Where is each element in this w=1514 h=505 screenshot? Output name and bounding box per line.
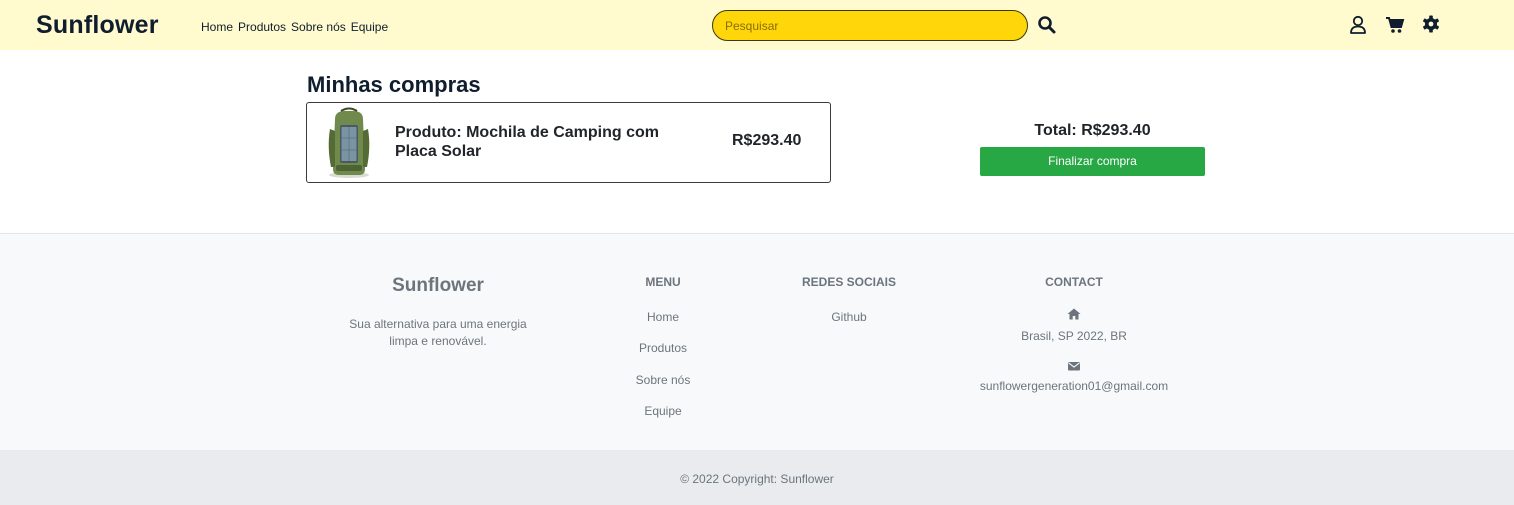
gear-icon[interactable] [1422,15,1440,33]
nav-link-home[interactable]: Home [201,20,233,34]
nav-links: Home Produtos Sobre nós Equipe [201,20,393,34]
checkout-button[interactable]: Finalizar compra [980,147,1205,176]
product-price: R$293.40 [732,132,802,149]
footer-link-github[interactable]: Github [789,310,909,324]
nav-link-sobre-nos[interactable]: Sobre nós [291,20,346,34]
nav-link-equipe[interactable]: Equipe [351,20,388,34]
footer-contact-title: CONTACT [1045,275,1103,289]
order-total: Total: R$293.40 [1034,122,1151,139]
footer-menu-title: MENU [645,275,681,289]
product-name: Produto: Mochila de Camping com Placa So… [395,124,660,160]
search-input[interactable] [713,11,1027,40]
page-title: Minhas compras [307,72,481,97]
cart-item: Produto: Mochila de Camping com Placa So… [306,102,831,183]
home-icon [1067,308,1081,320]
cart-icon[interactable] [1385,16,1405,34]
search-box [712,10,1028,41]
footer-email[interactable]: sunflowergeneration01@gmail.com [944,379,1204,393]
footer-link-sobre-nos[interactable]: Sobre nós [613,373,713,387]
footer-social-title: REDES SOCIAIS [801,275,897,289]
footer-link-home[interactable]: Home [613,310,713,324]
product-image [328,107,370,178]
copyright-text: © 2022 Copyright: Sunflower [680,472,834,486]
envelope-icon [1068,362,1080,371]
footer-address: Brasil, SP 2022, BR [1021,329,1127,343]
navbar-brand[interactable]: Sunflower [36,11,159,40]
footer-description: Sua alternativa para uma energia limpa e… [349,317,527,348]
footer-link-produtos[interactable]: Produtos [613,341,713,355]
nav-link-produtos[interactable]: Produtos [238,20,286,34]
navbar: Sunflower Home Produtos Sobre nós Equipe [0,0,1514,50]
footer-link-equipe[interactable]: Equipe [613,404,713,418]
footer-brand: Sunflower [392,275,484,296]
copyright-bar: © 2022 Copyright: Sunflower [0,450,1514,505]
search-icon[interactable] [1037,15,1057,35]
user-icon[interactable] [1349,15,1367,35]
footer: Sunflower Sua alternativa para uma energ… [0,233,1514,450]
